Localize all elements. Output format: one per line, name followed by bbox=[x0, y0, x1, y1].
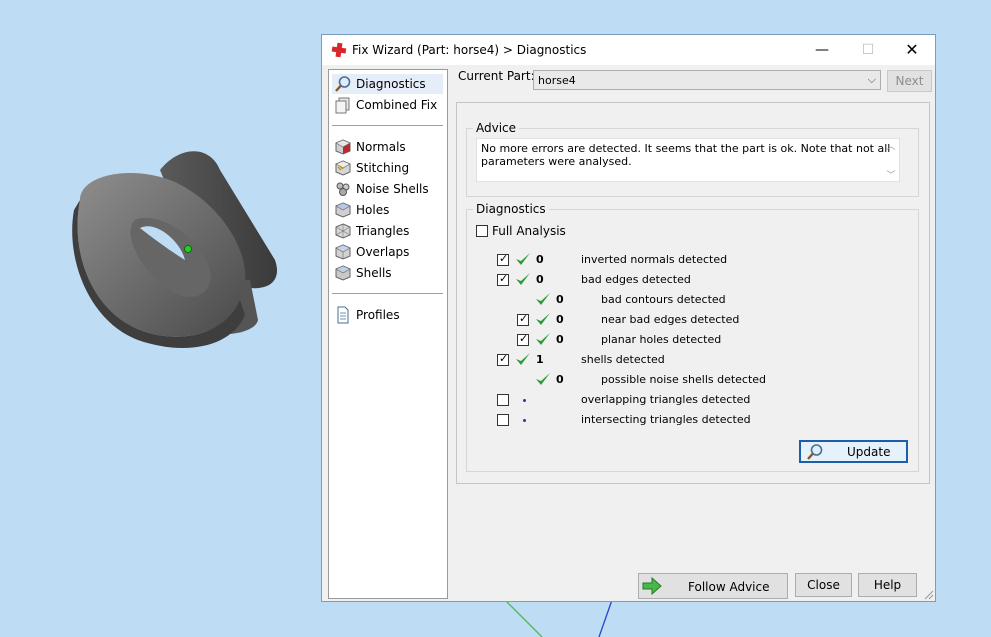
nav-item-normals[interactable]: Normals bbox=[332, 137, 443, 157]
document-icon bbox=[337, 306, 349, 324]
window-title: Fix Wizard (Part: horse4) > Diagnostics bbox=[352, 43, 587, 57]
row-label: intersecting triangles detected bbox=[581, 413, 751, 426]
nav-label: Triangles bbox=[356, 224, 410, 238]
chevron-down-icon: ⌵ bbox=[867, 73, 876, 86]
fix-wizard-window: Fix Wizard (Part: horse4) > Diagnostics … bbox=[321, 34, 936, 602]
resize-grip-icon[interactable] bbox=[924, 590, 934, 600]
advice-text: No more errors are detected. It seems th… bbox=[481, 142, 891, 168]
row-label: possible noise shells detected bbox=[601, 373, 767, 386]
follow-advice-label: Follow Advice bbox=[688, 580, 770, 594]
nav-label: Diagnostics bbox=[356, 77, 426, 91]
title-bar[interactable]: Fix Wizard (Part: horse4) > Diagnostics … bbox=[322, 35, 935, 65]
row-count: 0 bbox=[556, 293, 564, 306]
bad-edges-checkbox[interactable]: ✓ bbox=[497, 272, 509, 286]
nav-label: Holes bbox=[356, 203, 390, 217]
nav-item-diagnostics[interactable]: Diagnostics bbox=[332, 74, 443, 94]
stitching-cube-icon bbox=[335, 160, 351, 176]
nav-label: Noise Shells bbox=[356, 182, 429, 196]
row-count: 0 bbox=[556, 333, 564, 346]
pages-icon bbox=[335, 97, 350, 114]
noise-shells-icon bbox=[336, 182, 350, 196]
update-label: Update bbox=[847, 445, 891, 459]
diagnostics-panel: Advice No more errors are detected. It s… bbox=[456, 102, 930, 484]
green-check-icon bbox=[536, 313, 550, 325]
nav-item-triangles[interactable]: Triangles bbox=[332, 221, 443, 241]
near-bad-edges-checkbox[interactable]: ✓ bbox=[517, 312, 529, 326]
current-part-dropdown[interactable]: horse4 ⌵ bbox=[533, 70, 881, 90]
row-label: near bad edges detected bbox=[601, 313, 740, 326]
overlaps-cube-icon bbox=[335, 244, 351, 260]
nav-item-shells[interactable]: Shells bbox=[332, 263, 443, 283]
advice-group: Advice No more errors are detected. It s… bbox=[466, 121, 919, 197]
green-check-icon bbox=[516, 353, 530, 365]
row-label: bad edges detected bbox=[581, 273, 691, 286]
advice-scrollbar[interactable]: ︿ ﹀ bbox=[883, 139, 899, 183]
scroll-down-icon[interactable]: ﹀ bbox=[883, 170, 899, 183]
shells-cube-icon bbox=[335, 265, 351, 281]
row-count: 0 bbox=[556, 313, 564, 326]
planar-holes-checkbox[interactable]: ✓ bbox=[517, 332, 529, 346]
row-count: 1 bbox=[536, 353, 544, 366]
nav-label: Profiles bbox=[356, 308, 400, 322]
nav-label: Combined Fix bbox=[356, 98, 438, 112]
diagnostics-group: Diagnostics Full Analysis ✓ 0 inverted n… bbox=[466, 202, 919, 472]
nav-label: Normals bbox=[356, 140, 406, 154]
nav-item-overlaps[interactable]: Overlaps bbox=[332, 242, 443, 262]
row-label: overlapping triangles detected bbox=[581, 393, 751, 406]
nav-divider bbox=[332, 125, 443, 126]
nav-item-stitching[interactable]: Stitching bbox=[332, 158, 443, 178]
wizard-nav-list: Diagnostics Combined Fix Normals Stitchi… bbox=[328, 69, 448, 599]
follow-advice-button[interactable]: Follow Advice bbox=[638, 573, 788, 599]
shells-checkbox[interactable]: ✓ bbox=[497, 352, 509, 366]
advice-text-box[interactable]: No more errors are detected. It seems th… bbox=[476, 138, 900, 182]
advice-title: Advice bbox=[473, 121, 520, 135]
magnifier-icon bbox=[335, 76, 351, 92]
nav-item-combined-fix[interactable]: Combined Fix bbox=[332, 95, 443, 115]
current-part-label: Current Part: bbox=[458, 69, 535, 83]
3d-part-model[interactable] bbox=[60, 140, 290, 360]
inverted-normals-checkbox[interactable]: ✓ bbox=[497, 252, 509, 266]
green-check-icon bbox=[536, 373, 550, 385]
green-check-icon bbox=[516, 273, 530, 285]
normals-cube-icon bbox=[335, 139, 351, 155]
minimize-button[interactable]: — bbox=[799, 35, 845, 65]
row-label: planar holes detected bbox=[601, 333, 722, 346]
window-close-button[interactable]: ✕ bbox=[889, 35, 935, 65]
row-count: 0 bbox=[536, 253, 544, 266]
full-analysis-checkbox[interactable] bbox=[476, 225, 488, 237]
current-part-value: horse4 bbox=[538, 74, 576, 87]
overlapping-triangles-checkbox[interactable] bbox=[497, 394, 509, 406]
update-button[interactable]: Update bbox=[799, 440, 908, 463]
diagnostics-title: Diagnostics bbox=[473, 202, 549, 216]
nav-label: Stitching bbox=[356, 161, 410, 175]
next-button[interactable]: Next bbox=[887, 70, 932, 92]
holes-cube-icon bbox=[335, 202, 351, 218]
nav-item-holes[interactable]: Holes bbox=[332, 200, 443, 220]
nav-label: Overlaps bbox=[356, 245, 410, 259]
intersecting-triangles-checkbox[interactable] bbox=[497, 414, 509, 426]
red-cross-app-icon bbox=[331, 42, 347, 58]
row-count: 0 bbox=[536, 273, 544, 286]
scroll-up-icon[interactable]: ︿ bbox=[883, 141, 899, 154]
green-check-icon bbox=[536, 293, 550, 305]
not-analysed-dot-icon bbox=[523, 419, 526, 422]
row-label: bad contours detected bbox=[601, 293, 726, 306]
triangles-cube-icon bbox=[335, 223, 351, 239]
green-check-icon bbox=[536, 333, 550, 345]
green-check-icon bbox=[516, 253, 530, 265]
not-analysed-dot-icon bbox=[523, 399, 526, 402]
nav-item-noise-shells[interactable]: Noise Shells bbox=[332, 179, 443, 199]
magnifier-icon bbox=[807, 444, 823, 460]
help-button[interactable]: Help bbox=[858, 573, 917, 597]
nav-item-profiles[interactable]: Profiles bbox=[332, 305, 443, 325]
row-count: 0 bbox=[556, 373, 564, 386]
row-label: inverted normals detected bbox=[581, 253, 728, 266]
maximize-button[interactable]: ☐ bbox=[845, 35, 891, 65]
full-analysis-label: Full Analysis bbox=[492, 224, 566, 238]
green-arrow-icon bbox=[642, 576, 662, 596]
nav-divider bbox=[332, 293, 443, 294]
close-button[interactable]: Close bbox=[795, 573, 852, 597]
nav-label: Shells bbox=[356, 266, 392, 280]
row-label: shells detected bbox=[581, 353, 665, 366]
